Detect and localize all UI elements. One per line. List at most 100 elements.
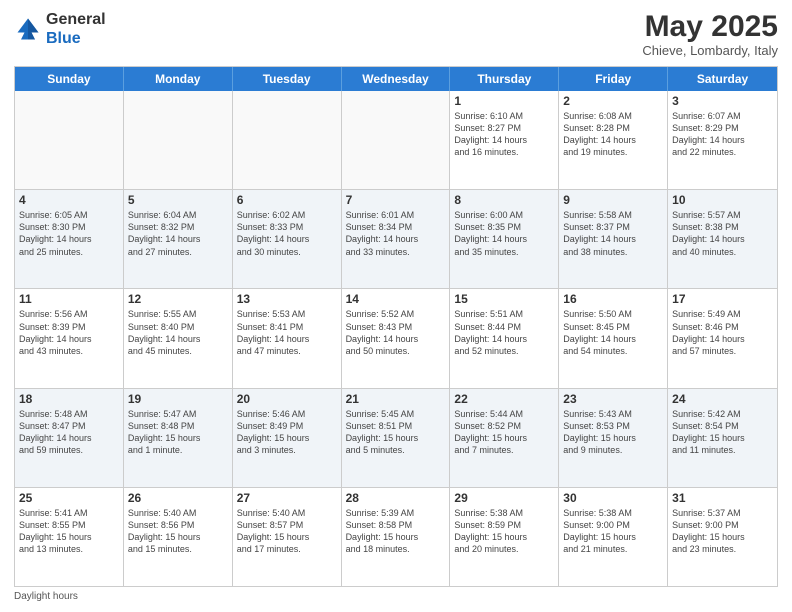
day-number: 10 xyxy=(672,193,773,207)
calendar-cell: 21 Sunrise: 5:45 AM Sunset: 8:51 PM Dayli… xyxy=(342,389,451,487)
day-info: Sunrise: 5:52 AM Sunset: 8:43 PM Dayligh… xyxy=(346,308,446,357)
logo-icon xyxy=(14,15,42,43)
calendar-cell xyxy=(233,91,342,189)
calendar-cell xyxy=(124,91,233,189)
calendar-cell: 16Sunrise: 5:50 AM Sunset: 8:45 PM Dayli… xyxy=(559,289,668,387)
calendar-row: 1 Sunrise: 6:10 AM Sunset: 8:27 PM Daylig… xyxy=(15,91,777,189)
day-number: 16 xyxy=(563,292,663,306)
day-number: 11 xyxy=(19,292,119,306)
day-number: 2 xyxy=(563,94,663,108)
day-info: Sunrise: 5:53 AM Sunset: 8:41 PM Dayligh… xyxy=(237,308,337,357)
day-info: Sunrise: 5:58 AM Sunset: 8:37 PM Dayligh… xyxy=(563,209,663,258)
day-number: 27 xyxy=(237,491,337,505)
title-block: May 2025 Chieve, Lombardy, Italy xyxy=(642,10,778,58)
day-info: Sunrise: 5:47 AM Sunset: 8:48 PM Dayligh… xyxy=(128,408,228,457)
calendar-cell: 26 Sunrise: 5:40 AM Sunset: 8:56 PM Dayli… xyxy=(124,488,233,586)
day-info: Sunrise: 6:10 AM Sunset: 8:27 PM Dayligh… xyxy=(454,110,554,159)
day-number: 28 xyxy=(346,491,446,505)
calendar-cell: 6Sunrise: 6:02 AM Sunset: 8:33 PM Daylig… xyxy=(233,190,342,288)
calendar-header: SundayMondayTuesdayWednesdayThursdayFrid… xyxy=(15,67,777,91)
day-info: Sunrise: 6:01 AM Sunset: 8:34 PM Dayligh… xyxy=(346,209,446,258)
day-number: 23 xyxy=(563,392,663,406)
day-number: 3 xyxy=(672,94,773,108)
calendar-cell: 15Sunrise: 5:51 AM Sunset: 8:44 PM Dayli… xyxy=(450,289,559,387)
calendar-header-cell: Friday xyxy=(559,67,668,91)
calendar-row: 18 Sunrise: 5:48 AM Sunset: 8:47 PM Dayli… xyxy=(15,388,777,487)
calendar-cell: 25Sunrise: 5:41 AM Sunset: 8:55 PM Dayli… xyxy=(15,488,124,586)
calendar-cell: 27 Sunrise: 5:40 AM Sunset: 8:57 PM Dayli… xyxy=(233,488,342,586)
day-number: 4 xyxy=(19,193,119,207)
calendar-cell: 23 Sunrise: 5:43 AM Sunset: 8:53 PM Dayli… xyxy=(559,389,668,487)
calendar-cell: 2 Sunrise: 6:08 AM Sunset: 8:28 PM Daylig… xyxy=(559,91,668,189)
logo-general: General xyxy=(46,10,106,29)
day-info: Sunrise: 5:37 AM Sunset: 9:00 PM Dayligh… xyxy=(672,507,773,556)
calendar-cell: 4 Sunrise: 6:05 AM Sunset: 8:30 PM Daylig… xyxy=(15,190,124,288)
day-number: 7 xyxy=(346,193,446,207)
logo-blue: Blue xyxy=(46,29,106,48)
calendar-cell: 31 Sunrise: 5:37 AM Sunset: 9:00 PM Dayli… xyxy=(668,488,777,586)
calendar-cell xyxy=(342,91,451,189)
calendar-cell: 7 Sunrise: 6:01 AM Sunset: 8:34 PM Daylig… xyxy=(342,190,451,288)
footer-note: Daylight hours xyxy=(14,591,778,602)
day-number: 14 xyxy=(346,292,446,306)
header: General Blue May 2025 Chieve, Lombardy, … xyxy=(14,10,778,58)
day-number: 31 xyxy=(672,491,773,505)
day-info: Sunrise: 5:48 AM Sunset: 8:47 PM Dayligh… xyxy=(19,408,119,457)
logo: General Blue xyxy=(14,10,106,48)
calendar-cell: 17 Sunrise: 5:49 AM Sunset: 8:46 PM Dayli… xyxy=(668,289,777,387)
day-info: Sunrise: 6:05 AM Sunset: 8:30 PM Dayligh… xyxy=(19,209,119,258)
calendar-cell: 13 Sunrise: 5:53 AM Sunset: 8:41 PM Dayli… xyxy=(233,289,342,387)
day-number: 20 xyxy=(237,392,337,406)
day-number: 15 xyxy=(454,292,554,306)
day-number: 19 xyxy=(128,392,228,406)
calendar-cell: 1 Sunrise: 6:10 AM Sunset: 8:27 PM Daylig… xyxy=(450,91,559,189)
day-number: 17 xyxy=(672,292,773,306)
calendar-row: 4 Sunrise: 6:05 AM Sunset: 8:30 PM Daylig… xyxy=(15,189,777,288)
day-number: 6 xyxy=(237,193,337,207)
day-info: Sunrise: 6:00 AM Sunset: 8:35 PM Dayligh… xyxy=(454,209,554,258)
day-info: Sunrise: 5:41 AM Sunset: 8:55 PM Dayligh… xyxy=(19,507,119,556)
calendar-body: 1 Sunrise: 6:10 AM Sunset: 8:27 PM Daylig… xyxy=(15,91,777,586)
calendar-cell: 18 Sunrise: 5:48 AM Sunset: 8:47 PM Dayli… xyxy=(15,389,124,487)
day-info: Sunrise: 5:38 AM Sunset: 8:59 PM Dayligh… xyxy=(454,507,554,556)
day-number: 30 xyxy=(563,491,663,505)
day-info: Sunrise: 5:49 AM Sunset: 8:46 PM Dayligh… xyxy=(672,308,773,357)
logo-text: General Blue xyxy=(46,10,106,48)
calendar-header-cell: Thursday xyxy=(450,67,559,91)
calendar-cell: 24Sunrise: 5:42 AM Sunset: 8:54 PM Dayli… xyxy=(668,389,777,487)
calendar-cell: 29Sunrise: 5:38 AM Sunset: 8:59 PM Dayli… xyxy=(450,488,559,586)
day-number: 18 xyxy=(19,392,119,406)
day-number: 22 xyxy=(454,392,554,406)
day-info: Sunrise: 6:07 AM Sunset: 8:29 PM Dayligh… xyxy=(672,110,773,159)
day-info: Sunrise: 5:39 AM Sunset: 8:58 PM Dayligh… xyxy=(346,507,446,556)
day-info: Sunrise: 5:55 AM Sunset: 8:40 PM Dayligh… xyxy=(128,308,228,357)
calendar-cell: 20 Sunrise: 5:46 AM Sunset: 8:49 PM Dayli… xyxy=(233,389,342,487)
footer-note-text: Daylight hours xyxy=(14,591,78,602)
day-info: Sunrise: 5:46 AM Sunset: 8:49 PM Dayligh… xyxy=(237,408,337,457)
calendar-cell: 28 Sunrise: 5:39 AM Sunset: 8:58 PM Dayli… xyxy=(342,488,451,586)
calendar-cell: 9Sunrise: 5:58 AM Sunset: 8:37 PM Daylig… xyxy=(559,190,668,288)
calendar-cell: 10 Sunrise: 5:57 AM Sunset: 8:38 PM Dayli… xyxy=(668,190,777,288)
calendar-cell: 3 Sunrise: 6:07 AM Sunset: 8:29 PM Daylig… xyxy=(668,91,777,189)
day-info: Sunrise: 6:08 AM Sunset: 8:28 PM Dayligh… xyxy=(563,110,663,159)
calendar-cell: 11Sunrise: 5:56 AM Sunset: 8:39 PM Dayli… xyxy=(15,289,124,387)
day-number: 26 xyxy=(128,491,228,505)
page: General Blue May 2025 Chieve, Lombardy, … xyxy=(0,0,792,612)
day-number: 21 xyxy=(346,392,446,406)
day-info: Sunrise: 5:40 AM Sunset: 8:56 PM Dayligh… xyxy=(128,507,228,556)
calendar-cell: 22Sunrise: 5:44 AM Sunset: 8:52 PM Dayli… xyxy=(450,389,559,487)
day-info: Sunrise: 5:45 AM Sunset: 8:51 PM Dayligh… xyxy=(346,408,446,457)
calendar-header-cell: Sunday xyxy=(15,67,124,91)
calendar-cell: 14 Sunrise: 5:52 AM Sunset: 8:43 PM Dayli… xyxy=(342,289,451,387)
day-info: Sunrise: 5:40 AM Sunset: 8:57 PM Dayligh… xyxy=(237,507,337,556)
day-info: Sunrise: 5:43 AM Sunset: 8:53 PM Dayligh… xyxy=(563,408,663,457)
location: Chieve, Lombardy, Italy xyxy=(642,43,778,58)
day-info: Sunrise: 5:38 AM Sunset: 9:00 PM Dayligh… xyxy=(563,507,663,556)
calendar-cell: 5Sunrise: 6:04 AM Sunset: 8:32 PM Daylig… xyxy=(124,190,233,288)
calendar-row: 25Sunrise: 5:41 AM Sunset: 8:55 PM Dayli… xyxy=(15,487,777,586)
day-number: 24 xyxy=(672,392,773,406)
day-number: 13 xyxy=(237,292,337,306)
day-info: Sunrise: 5:57 AM Sunset: 8:38 PM Dayligh… xyxy=(672,209,773,258)
day-number: 1 xyxy=(454,94,554,108)
calendar-row: 11Sunrise: 5:56 AM Sunset: 8:39 PM Dayli… xyxy=(15,288,777,387)
